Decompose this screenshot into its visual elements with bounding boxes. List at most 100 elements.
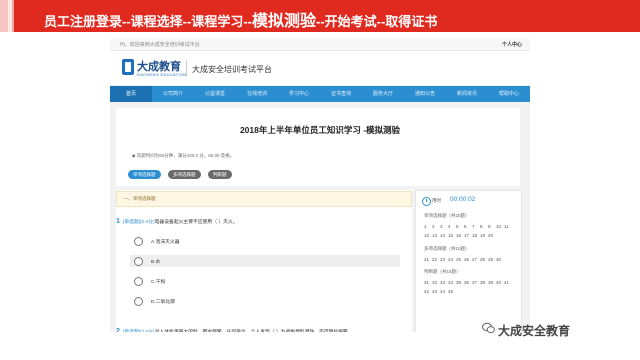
watermark-text: 大成安全教育	[498, 324, 571, 338]
question-index-link[interactable]: 12	[424, 231, 432, 240]
question-text: 电器设备起火主要不应使用（ ）灭火。	[154, 220, 238, 225]
logo-divider	[186, 60, 187, 76]
option-label: C.干粉	[151, 280, 166, 285]
nav-item-7[interactable]: 通知公告	[404, 86, 446, 102]
question-index-link[interactable]: 30	[496, 255, 504, 264]
question-1: 1 [单选题](2.0分)电器设备起火主要不应使用（ ）灭火。	[116, 218, 410, 225]
nav-item-1[interactable]: 公司简介	[152, 86, 194, 102]
question-index-link[interactable]: 24	[448, 255, 456, 264]
question-index-link[interactable]: 22	[432, 255, 440, 264]
question-index-link[interactable]: 42	[424, 287, 432, 296]
option-c[interactable]: C.干粉	[130, 275, 400, 287]
question-index-link[interactable]: 18	[472, 231, 480, 240]
question-index-link[interactable]: 33	[440, 278, 448, 287]
option-label: B.水	[151, 260, 161, 265]
radio-button[interactable]	[134, 297, 143, 306]
nav-item-5[interactable]: 证书查询	[320, 86, 362, 102]
question-index-link[interactable]: 8	[480, 222, 488, 231]
tab-true-false[interactable]: 判断题	[208, 170, 232, 179]
nav-item-4[interactable]: 学习中心	[278, 86, 320, 102]
question-index-link[interactable]: 10	[496, 222, 504, 231]
slide-title-highlight: 模拟测验	[251, 13, 316, 30]
radio-button[interactable]	[134, 277, 143, 286]
exam-webpage-screenshot: Hi，欢迎来到大成安全培训考试平台 个人中心 大成教育 DACHENG EDUC…	[110, 38, 530, 360]
question-index-link[interactable]: 20	[488, 231, 496, 240]
question-index-link[interactable]: 3	[440, 222, 448, 231]
question-index-link[interactable]: 11	[504, 222, 512, 231]
timer-label: 用时	[432, 198, 441, 203]
question-index-link[interactable]: 39	[488, 278, 496, 287]
true-false-heading: 判断题（共15题）	[424, 269, 461, 274]
question-index-link[interactable]: 6	[464, 222, 472, 231]
question-index-link[interactable]: 1	[424, 222, 432, 231]
question-index-link[interactable]: 13	[432, 231, 440, 240]
logo-subtext: DACHENG EDUCATION	[137, 72, 187, 77]
multiple-choice-heading: 多项选择题（共10题）	[424, 246, 470, 251]
question-index-link[interactable]: 14	[440, 231, 448, 240]
radio-button[interactable]	[134, 257, 143, 266]
question-index-link[interactable]: 16	[456, 231, 464, 240]
question-index-link[interactable]: 34	[448, 278, 456, 287]
question-index-link[interactable]: 31	[424, 278, 432, 287]
question-number: 1	[116, 218, 120, 225]
question-index-link[interactable]: 21	[424, 255, 432, 264]
question-index-link[interactable]: 43	[432, 287, 440, 296]
question-index-link[interactable]: 38	[480, 278, 488, 287]
option-label: A.泡沫灭火器	[151, 240, 180, 245]
question-index-link[interactable]: 40	[496, 278, 504, 287]
question-index-link[interactable]: 28	[480, 255, 488, 264]
question-index-link[interactable]: 17	[464, 231, 472, 240]
slide-title-part2: --开始考试--取得证书	[316, 14, 438, 29]
question-index-link[interactable]: 25	[456, 255, 464, 264]
timer-value: 00:00:02	[450, 196, 476, 203]
clock-icon	[422, 197, 431, 206]
question-index-link[interactable]: 19	[480, 231, 488, 240]
tab-single-choice[interactable]: 单项选择题	[128, 170, 161, 179]
user-center-link[interactable]: 个人中心	[502, 41, 522, 48]
slide-title-part1: 员工注册登录--课程选择--课程学习--	[44, 14, 252, 29]
question-index-link[interactable]: 29	[488, 255, 496, 264]
site-header: 大成教育 DACHENG EDUCATION 大成安全培训考试平台	[110, 51, 530, 85]
tab-multiple-choice[interactable]: 多项选择题	[168, 170, 201, 179]
question-index-link[interactable]: 27	[472, 255, 480, 264]
slide-title: 员工注册登录--课程选择--课程学习--模拟测验--开始考试--取得证书	[44, 7, 437, 31]
nav-item-0[interactable]: 首页	[110, 86, 152, 102]
radio-button[interactable]	[134, 237, 143, 246]
question-tag: [单选题](2.0分)	[122, 220, 155, 225]
true-false-numbers: 31 32 33 34 35 36 37 38 39 40 41 42 43 44 45	[424, 278, 516, 296]
question-index-link[interactable]: 5	[456, 222, 464, 231]
question-index-link[interactable]: 7	[472, 222, 480, 231]
question-index-link[interactable]: 35	[456, 278, 464, 287]
nav-item-9[interactable]: 帮助中心	[488, 86, 530, 102]
question-index-link[interactable]: 2	[432, 222, 440, 231]
section-header-text: 一、单项选择题	[124, 196, 156, 201]
question-index-link[interactable]: 36	[464, 278, 472, 287]
main-nav: 首页 公司简介 公益课堂 在线培训 学习中心 证书查询 服务大厅 通知公告 新闻资讯 帮助中心	[110, 86, 530, 102]
question-index-link[interactable]: 23	[440, 255, 448, 264]
slide-title-banner: 员工注册登录--课程选择--课程学习--模拟测验--开始考试--取得证书	[0, 0, 640, 32]
option-b[interactable]: B.水	[130, 255, 400, 267]
top-strip: Hi，欢迎来到大成安全培训考试平台 个人中心	[110, 38, 530, 51]
banner-decoration-stripe	[8, 0, 14, 32]
section-header: 一、单项选择题	[116, 191, 412, 207]
question-index-link[interactable]: 15	[448, 231, 456, 240]
option-label: D.二氧化碳	[151, 300, 175, 305]
question-index-link[interactable]: 9	[488, 222, 496, 231]
question-index-link[interactable]: 32	[432, 278, 440, 287]
question-index-link[interactable]: 41	[504, 278, 512, 287]
question-index-link[interactable]: 37	[472, 278, 480, 287]
question-index-link[interactable]: 26	[464, 255, 472, 264]
nav-item-3[interactable]: 在线培训	[236, 86, 278, 102]
nav-item-2[interactable]: 公益课堂	[194, 86, 236, 102]
nav-item-6[interactable]: 服务大厅	[362, 86, 404, 102]
platform-name: 大成安全培训考试平台	[192, 65, 272, 74]
nav-item-8[interactable]: 新闻资讯	[446, 86, 488, 102]
question-index-link[interactable]: 44	[440, 287, 448, 296]
question-index-link[interactable]: 4	[448, 222, 456, 231]
wechat-icon	[482, 322, 495, 334]
multiple-choice-numbers: 21 22 23 24 25 26 27 28 29 30	[424, 255, 516, 264]
single-choice-heading: 单项选择题（共20题）	[424, 213, 470, 218]
option-a[interactable]: A.泡沫灭火器	[130, 235, 400, 247]
question-index-link[interactable]: 45	[448, 287, 456, 296]
option-d[interactable]: D.二氧化碳	[130, 295, 400, 307]
